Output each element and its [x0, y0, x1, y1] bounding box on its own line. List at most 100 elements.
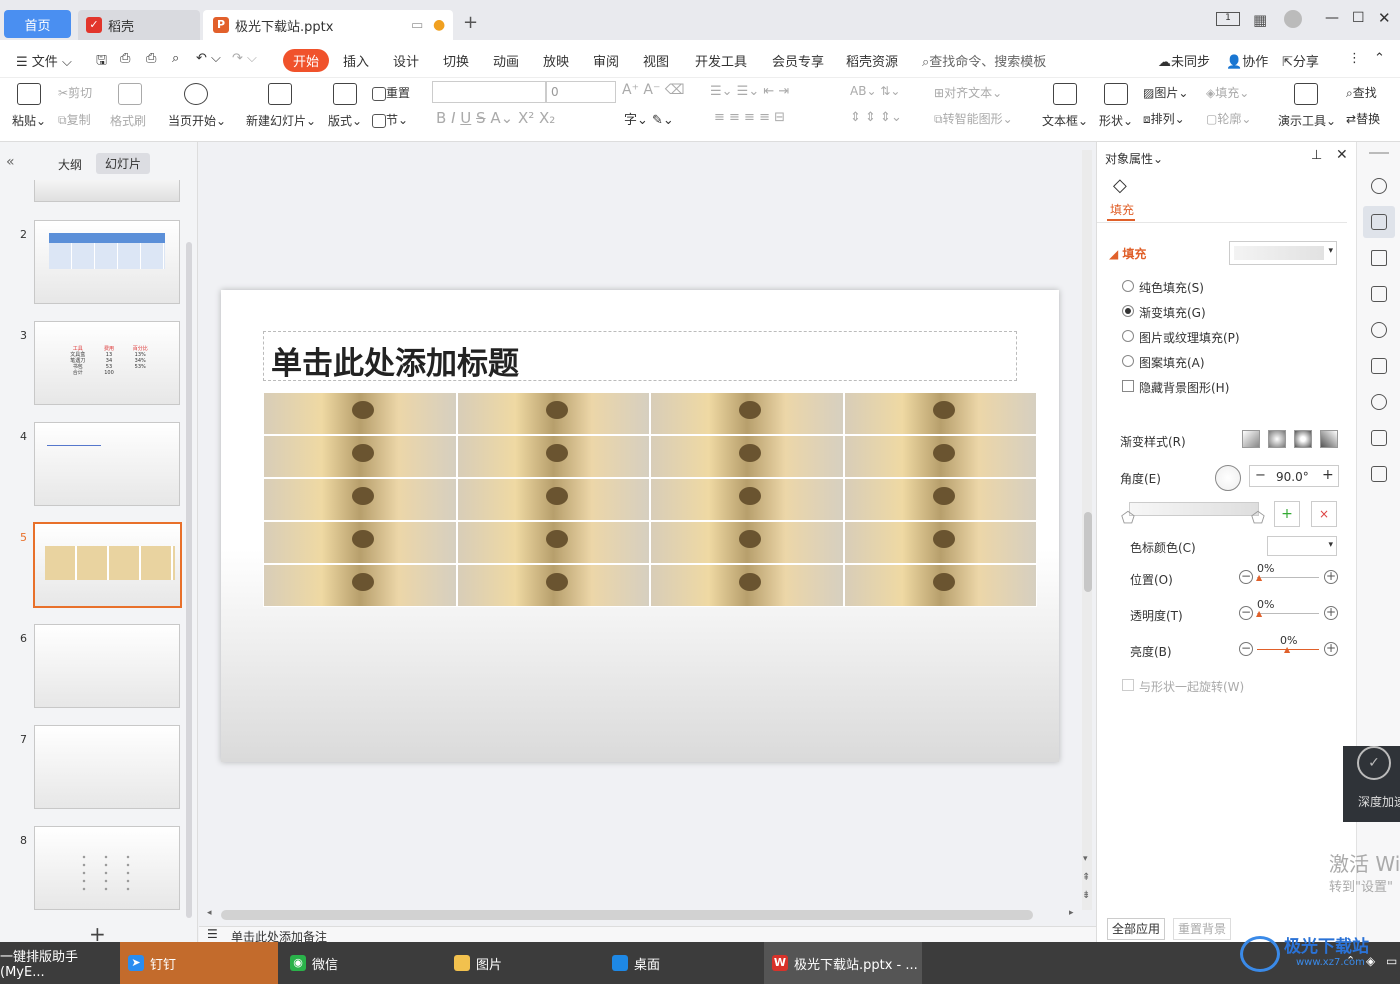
slide-thumb-3[interactable]: 工具 费用 百分比 文具盒 13 13% 笔遇刀 34 34% 书包 53 53% 合计 100	[34, 321, 180, 405]
grid-icon[interactable]: ▦	[1253, 11, 1267, 29]
grid-image-cell[interactable]	[456, 521, 650, 564]
more-icon[interactable]: ⋮	[1348, 51, 1361, 66]
plus-icon[interactable]: +	[1324, 606, 1338, 620]
gradient-stop-right[interactable]: ⬠	[1251, 508, 1265, 527]
pin-icon[interactable]: ⊥	[1311, 148, 1322, 163]
grid-image-cell[interactable]	[843, 478, 1037, 521]
canvas-scroll-thumb-v[interactable]	[1084, 512, 1092, 592]
grid-image-cell[interactable]	[456, 392, 650, 435]
menu-view[interactable]: 视图	[643, 51, 669, 70]
outline-button[interactable]: ▢轮廓⌄	[1206, 110, 1251, 127]
minus-icon[interactable]: −	[1239, 570, 1253, 584]
menu-developer[interactable]: 开发工具	[695, 51, 747, 70]
tab-outline[interactable]: 大纲	[58, 156, 82, 173]
gradient-stop-left[interactable]: ⬠	[1121, 508, 1135, 527]
taskbar-item-desktop[interactable]: 桌面	[604, 942, 754, 984]
tab-fill[interactable]: 填充	[1110, 201, 1134, 218]
scroll-left-icon[interactable]: ◂	[207, 908, 212, 918]
save-icon[interactable]: 🖫	[96, 51, 107, 73]
panel-header[interactable]: 对象属性⌄	[1105, 150, 1163, 167]
settings-sliders-icon[interactable]	[1371, 214, 1387, 230]
fill-section-toggle[interactable]: ◢ 填充	[1109, 245, 1146, 262]
book-icon[interactable]	[1371, 430, 1387, 446]
add-stop-icon[interactable]: +	[1274, 501, 1300, 527]
star-icon[interactable]	[1371, 250, 1387, 266]
slide-thumb-8[interactable]	[34, 826, 180, 910]
transition-icon[interactable]	[1371, 286, 1387, 302]
radio-solid-fill[interactable]	[1122, 280, 1134, 292]
grid-image-cell[interactable]	[843, 435, 1037, 478]
list-icons[interactable]: ☰⌄ ☰⌄ ⇤ ⇥	[710, 84, 789, 99]
maximize-icon[interactable]: ☐	[1352, 10, 1365, 26]
close-panel-icon[interactable]: ✕	[1336, 147, 1348, 163]
plus-icon[interactable]: +	[1324, 642, 1338, 656]
slide-thumb-6[interactable]	[34, 624, 180, 708]
taskbar-item[interactable]: 一键排版助手(MyE...	[0, 942, 118, 984]
rotate-with-shape-label[interactable]: 与形状一起旋转(W)	[1139, 678, 1244, 695]
menu-daoke-resources[interactable]: 稻壳资源	[846, 51, 898, 70]
copy-button[interactable]: ⧉复制	[58, 111, 91, 128]
font-family-select[interactable]	[432, 81, 546, 103]
cut-button[interactable]: ✂剪切	[58, 84, 92, 101]
rocket-icon[interactable]	[1371, 178, 1387, 194]
remove-stop-icon[interactable]: ×	[1311, 501, 1337, 527]
slide-thumb-2[interactable]	[34, 220, 180, 304]
line-spacing-icons[interactable]: ⇕ ⇕ ⇕⌄	[850, 110, 902, 125]
notes-bar[interactable]: ☰ 单击此处添加备注	[199, 926, 1096, 944]
option-gradient-fill[interactable]: 渐变填充(G)	[1139, 304, 1206, 321]
reset-button[interactable]: 重置	[372, 84, 410, 101]
grid-image-cell[interactable]	[650, 521, 844, 564]
cube-icon[interactable]	[1371, 466, 1387, 482]
panel-scrollbar[interactable]	[186, 242, 192, 918]
grid-image-cell[interactable]	[650, 478, 844, 521]
replace-button[interactable]: ⇄替换	[1346, 110, 1380, 127]
transparency-slider[interactable]	[1257, 613, 1319, 614]
hide-bg-checkbox[interactable]	[1122, 380, 1134, 392]
gradient-bar[interactable]	[1129, 502, 1259, 516]
gradient-linear-icon[interactable]	[1242, 430, 1260, 448]
grid-image-cell[interactable]	[843, 521, 1037, 564]
grid-image-cell[interactable]	[456, 564, 650, 607]
grid-image-cell[interactable]	[263, 392, 457, 435]
present-tools-button[interactable]: 演示工具⌄	[1278, 112, 1336, 129]
menu-insert[interactable]: 插入	[343, 51, 369, 70]
smart-shape-button[interactable]: ⧉转智能图形⌄	[934, 110, 1013, 127]
grid-image-cell[interactable]	[456, 478, 650, 521]
menu-file[interactable]: ☰ 文件 ⌵	[16, 51, 72, 70]
taskbar-item-wps[interactable]: W 极光下载站.pptx - ...	[764, 942, 922, 984]
format-painter-button[interactable]: 格式刷	[110, 112, 146, 129]
collapse-ribbon-icon[interactable]: ⌃	[1374, 51, 1385, 66]
print-icon[interactable]: ⎙	[146, 51, 156, 66]
slide-thumb-5[interactable]	[33, 522, 182, 608]
tab-file[interactable]: P 极光下载站.pptx ▭ ●	[203, 10, 453, 40]
lightning-icon[interactable]	[1371, 394, 1387, 410]
minus-icon[interactable]: −	[1239, 642, 1253, 656]
angle-dial[interactable]	[1215, 465, 1241, 491]
search-command[interactable]: ⌕查找命令、搜索模板	[922, 51, 1046, 70]
font-grow-icon[interactable]: A⁺ A⁻ ⌫	[622, 82, 685, 98]
backup-icon[interactable]	[1371, 358, 1387, 374]
fill-bucket-icon[interactable]: ◇	[1113, 175, 1127, 196]
grid-image-cell[interactable]	[263, 478, 457, 521]
slide-thumb-1[interactable]	[34, 180, 180, 202]
scroll-down-icon[interactable]: ▾	[1083, 854, 1088, 864]
option-pattern-fill[interactable]: 图案填充(A)	[1139, 354, 1205, 371]
layout-icon[interactable]: 1	[1216, 12, 1240, 26]
grid-image-cell[interactable]	[650, 435, 844, 478]
radio-gradient-fill[interactable]	[1122, 305, 1134, 317]
play-current-button[interactable]: 当页开始⌄	[168, 112, 226, 129]
tab-slides[interactable]: 幻灯片	[96, 153, 151, 174]
avatar[interactable]	[1284, 10, 1302, 28]
gradient-path-icon[interactable]	[1320, 430, 1338, 448]
gradient-preset-select[interactable]: ▾	[1229, 241, 1337, 265]
prev-slide-icon[interactable]: ⇞	[1082, 872, 1090, 883]
hide-bg-label[interactable]: 隐藏背景图形(H)	[1139, 379, 1229, 396]
gradient-radial-icon[interactable]	[1268, 430, 1286, 448]
tab-daoke[interactable]: ✓ 稻壳	[78, 10, 200, 40]
slide-thumb-4[interactable]	[34, 422, 180, 506]
grid-image-cell[interactable]	[263, 564, 457, 607]
align-icons[interactable]: ≡ ≡ ≡ ≡ ⊟	[714, 110, 785, 125]
shape-button[interactable]: 形状⌄	[1099, 112, 1133, 129]
undo-icon[interactable]: ↶ ⌵	[196, 51, 221, 66]
menu-transition[interactable]: 切换	[443, 51, 469, 70]
